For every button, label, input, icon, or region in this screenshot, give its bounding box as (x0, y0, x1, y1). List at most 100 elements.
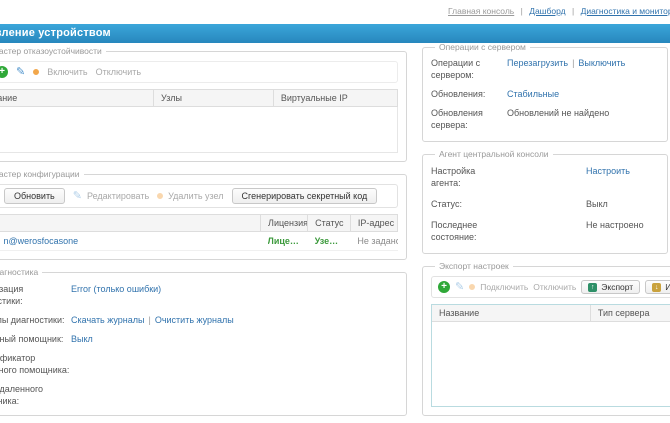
updates-channel-link[interactable]: Стабильные (507, 89, 559, 99)
assistant-token-value (71, 383, 398, 407)
server-ops-label: Операции с сервером: (431, 58, 481, 80)
agent-setup-label: Настройка агента: (431, 166, 476, 188)
export-table: Название Тип сервера (432, 305, 670, 322)
clear-logs-link[interactable]: Очистить журналы (155, 315, 234, 325)
nav-item-home[interactable]: Главная консоль (448, 6, 514, 16)
ip-address-value: Не задано (357, 236, 398, 246)
generate-secret-code-button[interactable]: Сгенерировать секретный код (231, 188, 378, 204)
diagnostics-section: Диагностика Детализация диагностики: Err… (0, 267, 407, 416)
export-table-container: Название Тип сервера (431, 304, 670, 407)
add-icon[interactable]: + (0, 66, 8, 78)
remove-circle-icon[interactable] (469, 284, 476, 290)
right-column: Операции с сервером Операции с сервером:… (422, 42, 670, 423)
nav-separator: | (571, 6, 575, 16)
agent-status-label: Статус: (431, 199, 462, 209)
device-management-page: Главная консоль | Дашборд | Диагностика … (0, 0, 670, 416)
export-icon: ↑ (588, 282, 598, 292)
agent-last-state-label: Последнее состояние: (431, 220, 478, 242)
export-table-empty-body (432, 322, 670, 406)
agent-last-state-value: Не настроено (586, 220, 644, 230)
updates-channel-row: Обновления: Стабильные (431, 88, 659, 100)
column-header-name: Имя (0, 214, 262, 232)
column-header-nodes: Узлы (153, 89, 274, 107)
diagnostics-detail-row: Детализация диагностики: Error (только о… (0, 283, 398, 307)
left-column: Кластер отказоустойчивости + ✎ Включить … (0, 46, 407, 423)
failover-table-empty-body (0, 107, 398, 153)
column-header-name: Название (0, 89, 155, 107)
column-header-status: Статус (307, 214, 351, 232)
delete-node-button[interactable]: Удалить узел (168, 191, 223, 201)
export-button-label: Экспорт (601, 282, 634, 292)
assistant-token-row: Токен удаленного помощника: (0, 383, 398, 407)
remove-circle-icon[interactable] (157, 193, 164, 199)
agent-last-state-row: Последнее состояние: Не настроено (431, 219, 659, 243)
edit-pencil-icon[interactable]: ✎ (16, 66, 25, 78)
export-button[interactable]: ↑ Экспорт (581, 280, 641, 294)
disconnect-button[interactable]: Отключить (533, 282, 576, 292)
assistant-token-label: Токен удаленного помощника: (0, 384, 44, 406)
export-settings-legend: Экспорт настроек (439, 261, 509, 271)
refresh-button[interactable]: Обновить (4, 188, 65, 204)
agent-status-row: Статус: Выкл (431, 198, 659, 210)
nav-separator: | (520, 6, 523, 16)
assistant-id-row: Идентификатор удаленного помощника: (0, 352, 398, 376)
diag-logs-label: Журналы диагностики: (0, 315, 65, 325)
server-updates-label: Обновления сервера: (431, 108, 483, 130)
restart-link[interactable]: Перезагрузить (507, 58, 568, 68)
column-header-name: Название (432, 305, 591, 322)
enable-button[interactable]: Включить (47, 67, 87, 77)
column-header-server-type: Тип сервера (590, 305, 670, 322)
column-header-virtual-ip: Виртуальные IP (272, 89, 399, 107)
config-toolbar: Обновить ✎ Редактировать Удалить узел Сг… (0, 184, 398, 208)
shutdown-link[interactable]: Выключить (578, 58, 625, 68)
detail-level-link[interactable]: Error (только ошибки) (71, 284, 161, 294)
connect-button[interactable]: Подключить (480, 282, 528, 292)
console-agent-legend: Агент центральной консоли (439, 149, 549, 159)
agent-setup-row: Настройка агента: Настроить (431, 165, 659, 189)
server-ops-row: Операции с сервером: Перезагрузить | Выклю… (431, 57, 659, 81)
server-updates-value: Обновлений не найдено (507, 108, 610, 118)
table-row[interactable]: n@werosfocasone Лицензиона… Узел до… Не … (0, 231, 398, 251)
page-title-bar: Управление устройством (0, 24, 670, 43)
updates-label: Обновления: (431, 89, 486, 99)
node-status: Узел до… (314, 236, 344, 246)
import-icon: ↓ (652, 282, 662, 292)
agent-configure-link[interactable]: Настроить (586, 166, 630, 176)
assistant-id-value (71, 352, 398, 376)
download-logs-link[interactable]: Скачать журналы (71, 315, 144, 325)
diagnostics-logs-row: Журналы диагностики: Скачать журналы | Очи… (0, 314, 398, 326)
top-nav: Главная консоль | Дашборд | Диагностика … (448, 6, 670, 16)
node-name-link[interactable]: n@werosfocasone (4, 236, 79, 246)
failover-cluster-section: Кластер отказоустойчивости + ✎ Включить … (0, 46, 407, 162)
export-settings-section: Экспорт настроек + ✎ Подключить Отключит… (422, 261, 670, 416)
agent-status-value: Выкл (586, 199, 608, 209)
remote-assistant-label: Удаленный помощник: (0, 334, 64, 344)
remove-circle-icon[interactable] (33, 69, 40, 75)
failover-table: Название Узлы Виртуальные IP (0, 89, 399, 107)
edit-pencil-icon[interactable]: ✎ (455, 281, 464, 293)
config-cluster-section: Кластер конфигурации Обновить ✎ Редактир… (0, 169, 407, 260)
server-updates-row: Обновления сервера: Обновлений не найден… (431, 107, 659, 131)
failover-toolbar: + ✎ Включить Отключить (0, 61, 398, 83)
license-status: Лицензиона… (267, 236, 301, 246)
remote-assistant-toggle-link[interactable]: Выкл (71, 334, 93, 344)
remote-assistant-row: Удаленный помощник: Выкл (0, 333, 398, 345)
nav-item-dashboard[interactable]: Дашборд (529, 6, 565, 16)
import-button-label: Импорт (665, 282, 670, 292)
export-toolbar: + ✎ Подключить Отключить ↑ Экспорт ↓ Имп… (431, 276, 670, 298)
edit-pencil-icon[interactable]: ✎ (73, 190, 82, 202)
config-table: Имя Лицензия Статус IP-адрес n@werosfoca… (0, 214, 399, 251)
nav-item-monitoring[interactable]: Диагностика и мониторинг (581, 6, 670, 16)
edit-node-button[interactable]: Редактировать (87, 191, 149, 201)
disable-button[interactable]: Отключить (96, 67, 142, 77)
import-button[interactable]: ↓ Импорт (645, 280, 670, 294)
add-icon[interactable]: + (438, 281, 450, 293)
server-operations-section: Операции с сервером Операции с сервером:… (422, 42, 668, 142)
link-separator: | (572, 58, 575, 68)
assistant-id-label: Идентификатор удаленного помощника: (0, 353, 70, 375)
config-cluster-legend: Кластер конфигурации (0, 169, 80, 179)
server-operations-legend: Операции с сервером (439, 42, 526, 52)
diagnostics-legend: Диагностика (0, 267, 39, 277)
column-header-license: Лицензия (260, 214, 309, 232)
column-header-ip: IP-адрес (349, 214, 399, 232)
